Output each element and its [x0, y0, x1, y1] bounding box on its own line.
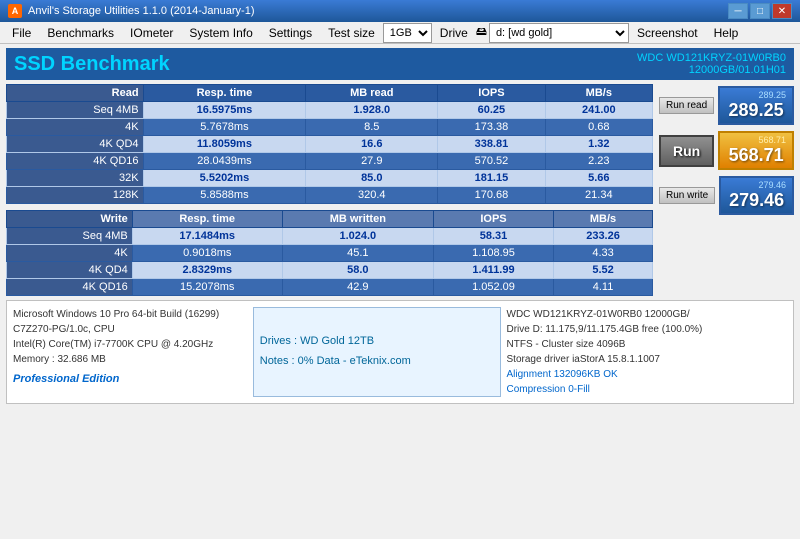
menu-settings[interactable]: Settings [261, 24, 320, 42]
mbs-write-header: MB/s [554, 211, 653, 228]
menu-file[interactable]: File [4, 24, 39, 42]
ssd-title: SSD Benchmark [14, 53, 170, 76]
table-row: Seq 4MB 17.1484ms 1.024.0 58.31 233.26 [7, 228, 653, 245]
main-content: SSD Benchmark WDC WD121KRYZ-01W0RB0 1200… [0, 44, 800, 408]
drive-model-info: WDC WD121KRYZ-01W0RB0 12000GB/01.01H01 [637, 52, 786, 76]
bottom-left-panel: Microsoft Windows 10 Pro 64-bit Build (1… [13, 307, 247, 397]
bottom-info-area: Microsoft Windows 10 Pro 64-bit Build (1… [6, 300, 794, 404]
title-bar: A Anvil's Storage Utilities 1.1.0 (2014-… [0, 0, 800, 22]
benchmark-area: Read Resp. time MB read IOPS MB/s Seq 4M… [6, 84, 794, 296]
run-read-button[interactable]: Run read [659, 97, 714, 114]
menu-bar: File Benchmarks IOmeter System Info Sett… [0, 22, 800, 44]
read-score-area: Run read 289.25 289.25 [659, 86, 794, 125]
cpu-info1: C7Z270-PG/1.0c, CPU [13, 322, 247, 337]
table-row: 4K QD16 28.0439ms 27.9 570.52 2.23 [7, 153, 653, 170]
drive-model-right: WDC WD121KRYZ-01W0RB0 12000GB/ [507, 307, 788, 322]
bench-tables: Read Resp. time MB read IOPS MB/s Seq 4M… [6, 84, 653, 296]
bottom-right-panel: WDC WD121KRYZ-01W0RB0 12000GB/ Drive D: … [507, 307, 788, 397]
read-label: Read [7, 85, 144, 102]
read-table: Read Resp. time MB read IOPS MB/s Seq 4M… [6, 84, 653, 204]
menu-drive-label: Drive [432, 24, 476, 42]
close-button[interactable]: ✕ [772, 3, 792, 19]
resp-time-header: Resp. time [143, 85, 306, 102]
alignment-info: Alignment 132096KB OK [507, 367, 788, 382]
mb-written-header: MB written [282, 211, 433, 228]
table-row: 4K QD16 15.2078ms 42.9 1.052.09 4.11 [7, 279, 653, 296]
test-size-select[interactable]: 1GB [383, 23, 432, 43]
write-table: Write Resp. time MB written IOPS MB/s Se… [6, 210, 653, 296]
run-button[interactable]: Run [659, 135, 714, 167]
bottom-center-panel: Drives : WD Gold 12TB Notes : 0% Data - … [253, 307, 501, 397]
total-score-box: 568.71 568.71 [718, 131, 794, 170]
storage-driver-info: Storage driver iaStorA 15.8.1.1007 [507, 352, 788, 367]
table-row: 4K QD4 11.8059ms 16.6 338.81 1.32 [7, 136, 653, 153]
mb-read-header: MB read [306, 85, 438, 102]
title-bar-text: Anvil's Storage Utilities 1.1.0 (2014-Ja… [28, 5, 728, 17]
drive-firmware: 12000GB/01.01H01 [637, 64, 786, 76]
os-info: Microsoft Windows 10 Pro 64-bit Build (1… [13, 307, 247, 322]
write-label: Write [7, 211, 133, 228]
drive-space: Drive D: 11.175,9/11.175.4GB free (100.0… [507, 322, 788, 337]
menu-test-size-label: Test size [320, 24, 383, 42]
write-score-box: 279.46 279.46 [719, 176, 794, 215]
drive-icon: 🖴 [476, 23, 487, 42]
table-row: Seq 4MB 16.5975ms 1.928.0 60.25 241.00 [7, 102, 653, 119]
professional-edition-label: Professional Edition [13, 373, 119, 385]
drives-info: Drives : WD Gold 12TB [260, 332, 494, 352]
table-row: 4K QD4 2.8329ms 58.0 1.411.99 5.52 [7, 262, 653, 279]
table-row: 4K 0.9018ms 45.1 1.108.95 4.33 [7, 245, 653, 262]
title-bar-controls: ─ □ ✕ [728, 3, 792, 19]
read-score-main: 289.25 [724, 100, 788, 121]
drive-model: WDC WD121KRYZ-01W0RB0 [637, 52, 786, 64]
menu-system-info[interactable]: System Info [181, 24, 260, 42]
ssd-header: SSD Benchmark WDC WD121KRYZ-01W0RB0 1200… [6, 48, 794, 80]
drive-select[interactable]: d: [wd gold] [489, 23, 629, 43]
write-score-small: 279.46 [725, 180, 788, 190]
menu-help[interactable]: Help [706, 24, 747, 42]
mbs-header: MB/s [545, 85, 652, 102]
write-header-row: Write Resp. time MB written IOPS MB/s [7, 211, 653, 228]
cpu-info2: Intel(R) Core(TM) i7-7700K CPU @ 4.20GHz [13, 337, 247, 352]
app-icon: A [8, 4, 22, 18]
menu-iometer[interactable]: IOmeter [122, 24, 181, 42]
table-row: 32K 5.5202ms 85.0 181.15 5.66 [7, 170, 653, 187]
minimize-button[interactable]: ─ [728, 3, 748, 19]
iops-header: IOPS [438, 85, 545, 102]
read-score-small: 289.25 [724, 90, 788, 100]
table-row: 128K 5.8588ms 320.4 170.68 21.34 [7, 187, 653, 204]
run-write-button[interactable]: Run write [659, 187, 715, 204]
menu-screenshot[interactable]: Screenshot [629, 24, 706, 42]
total-score-main: 568.71 [724, 145, 788, 166]
write-score-area: Run write 279.46 279.46 [659, 176, 794, 215]
total-score-area: Run 568.71 568.71 [659, 131, 794, 170]
iops-write-header: IOPS [433, 211, 553, 228]
resp-time-write-header: Resp. time [132, 211, 282, 228]
compression-info: Compression 0-Fill [507, 382, 788, 397]
notes-info: Notes : 0% Data - eTeknix.com [260, 352, 494, 372]
read-score-box: 289.25 289.25 [718, 86, 794, 125]
filesystem-info: NTFS - Cluster size 4096B [507, 337, 788, 352]
read-header-row: Read Resp. time MB read IOPS MB/s [7, 85, 653, 102]
menu-benchmarks[interactable]: Benchmarks [39, 24, 122, 42]
write-score-main: 279.46 [725, 190, 788, 211]
total-score-small: 568.71 [724, 135, 788, 145]
memory-info: Memory : 32.686 MB [13, 352, 247, 367]
edition-area: Professional Edition [13, 371, 247, 388]
table-row: 4K 5.7678ms 8.5 173.38 0.68 [7, 119, 653, 136]
bench-side-panel: Run read 289.25 289.25 Run 568.71 568.71… [659, 84, 794, 296]
maximize-button[interactable]: □ [750, 3, 770, 19]
